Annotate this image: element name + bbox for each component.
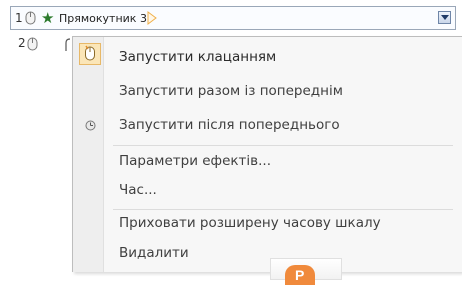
powerpoint-icon: P (285, 265, 315, 285)
menu-item-start-after-previous[interactable]: Запустити після попереднього (119, 117, 340, 133)
menu-item-start-on-click[interactable]: Запустити клацанням (119, 49, 276, 65)
animation-item-1[interactable]: 1 ★ Прямокутник 3 (10, 6, 456, 30)
menu-icon-gutter (73, 37, 104, 272)
timeline-marker-icon (147, 11, 157, 25)
menu-item-effect-options[interactable]: Параметри ефектів... (119, 153, 271, 169)
partial-icon (65, 38, 71, 51)
menu-item-hide-advanced-timeline[interactable]: Приховати розширену часову шкалу (119, 215, 381, 231)
animation-dropdown-button[interactable] (438, 11, 451, 24)
menu-item-start-with-previous[interactable]: Запустити разом із попереднім (119, 83, 343, 99)
chevron-down-icon (441, 15, 449, 20)
mouse-icon (25, 11, 36, 25)
mouse-icon (85, 45, 95, 61)
context-menu: Запустити клацанням Запустити разом із п… (72, 36, 462, 272)
animation-label: Прямокутник 3 (59, 12, 147, 25)
animation-number: 1 (15, 11, 23, 25)
mouse-icon (27, 37, 38, 51)
clock-icon (85, 120, 96, 131)
powerpoint-logo: P (270, 258, 342, 285)
menu-separator (113, 145, 453, 146)
menu-separator (113, 209, 453, 210)
menu-item-remove[interactable]: Видалити (119, 245, 189, 261)
animation-number: 2 (18, 36, 26, 50)
green-star-icon: ★ (41, 9, 55, 27)
menu-item-timing[interactable]: Час... (119, 182, 157, 198)
